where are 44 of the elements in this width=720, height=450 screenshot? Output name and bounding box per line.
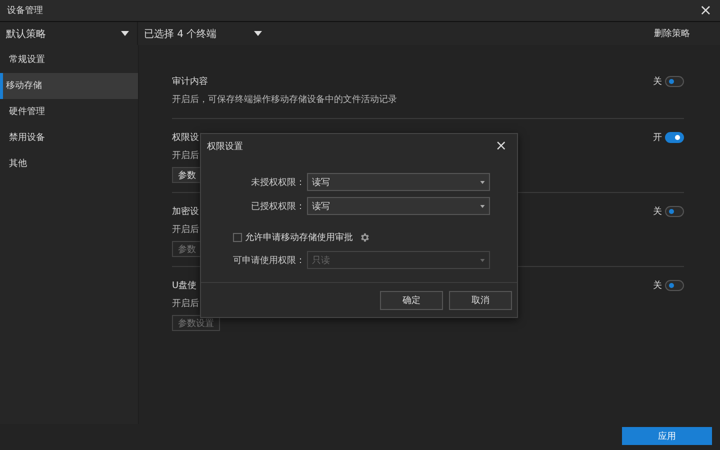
toggle-switch[interactable] xyxy=(665,280,684,290)
toggle-label: 开 xyxy=(653,132,662,144)
caret-icon xyxy=(121,31,129,36)
toggle-label: 关 xyxy=(653,206,662,218)
caret-icon xyxy=(480,258,485,262)
delete-policy-button[interactable]: 删除策略 xyxy=(654,27,690,40)
section-title: 权限设 xyxy=(172,132,199,144)
toggle-label: 关 xyxy=(653,280,662,292)
sidebar-item[interactable]: 常规设置 xyxy=(0,47,138,73)
caret-icon xyxy=(480,204,485,208)
checkbox[interactable] xyxy=(233,232,242,242)
close-button[interactable]: × xyxy=(699,3,712,18)
section-title: U盘使 xyxy=(172,280,197,292)
sidebar-item[interactable]: 移动存储 xyxy=(0,73,138,99)
close-button[interactable]: × xyxy=(495,139,507,153)
dialog-title: 权限设置 xyxy=(207,140,243,152)
toggle-switch[interactable] xyxy=(665,76,684,86)
sidebar-item[interactable]: 禁用设备 xyxy=(0,125,138,151)
parameter-settings-button[interactable]: 参数 xyxy=(172,167,202,183)
permission-dropdown[interactable]: 读写 xyxy=(307,173,490,191)
apply-button[interactable]: 应用 xyxy=(622,427,712,445)
caret-icon xyxy=(480,180,485,184)
window-title: 设备管理 xyxy=(7,4,44,17)
dialog-button[interactable]: 确定 xyxy=(380,290,443,310)
field-label: 未授权权限： xyxy=(250,176,305,188)
terminal-dropdown[interactable]: 已选择 4 个终端 xyxy=(138,22,270,45)
field-label: 已授权权限： xyxy=(250,200,305,212)
sidebar-item[interactable]: 硬件管理 xyxy=(0,99,138,125)
toggle-switch[interactable] xyxy=(665,132,684,142)
section-description: 开启后，可保存终端操作移动存储设备中的文件活动记录 xyxy=(172,94,397,107)
section-description: 开启后 xyxy=(172,150,199,163)
field-label: 可申请使用权限： xyxy=(232,254,305,266)
section-description: 开启后 xyxy=(172,298,199,311)
section-title: 加密设 xyxy=(172,206,199,218)
sidebar-item[interactable]: 其他 xyxy=(0,151,138,177)
section-description: 开启后 xyxy=(172,224,199,237)
caret-icon xyxy=(254,31,262,36)
toggle-switch[interactable] xyxy=(665,206,684,216)
dialog-button[interactable]: 取消 xyxy=(449,290,512,310)
permission-dropdown[interactable]: 读写 xyxy=(307,197,490,215)
settings-icon[interactable] xyxy=(359,232,370,242)
checkbox-label: 允许申请移动存储使用审批 xyxy=(245,232,353,244)
toggle-label: 关 xyxy=(653,76,662,88)
section-title: 审计内容 xyxy=(172,76,208,88)
